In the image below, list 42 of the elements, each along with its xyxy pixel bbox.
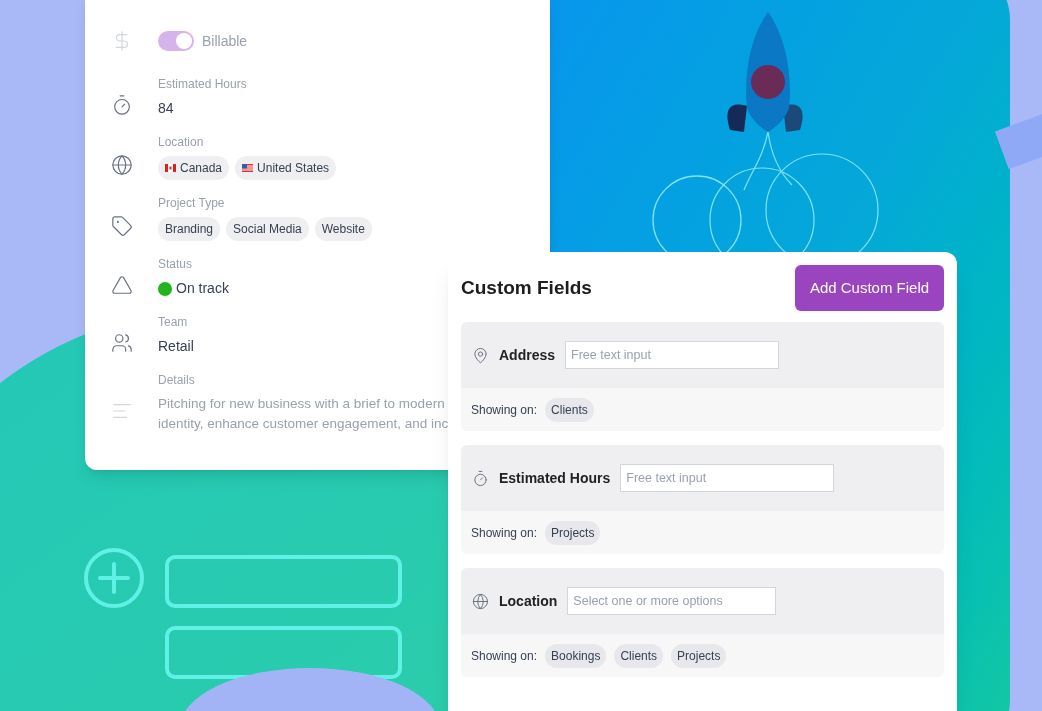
field-label: Status bbox=[158, 256, 194, 273]
field-name: Address bbox=[499, 345, 556, 365]
flag-icon bbox=[165, 164, 176, 172]
globe-icon bbox=[110, 153, 133, 176]
showing-on-label: Showing on: bbox=[471, 401, 538, 419]
input-field[interactable]: Free text input bbox=[620, 464, 835, 492]
field-name: Location bbox=[499, 591, 558, 611]
tag-chip: Social Media bbox=[226, 217, 309, 241]
billable-toggle[interactable] bbox=[158, 31, 194, 51]
details-text: Pitching for new business with a brief to modern identity, enhance customer engagement, and inc bbox=[158, 395, 449, 433]
stopwatch-icon bbox=[472, 469, 489, 487]
select-field[interactable]: Select one or more options bbox=[567, 587, 777, 615]
tag-chip: Projects bbox=[671, 643, 727, 668]
input-field[interactable]: Free text input bbox=[565, 341, 780, 369]
status-value: On track bbox=[176, 279, 229, 298]
field-label: Details bbox=[158, 372, 196, 389]
showing-on-label: Showing on: bbox=[471, 647, 538, 665]
field-label: Project Type bbox=[158, 195, 226, 212]
tag-chip: Bookings bbox=[545, 643, 607, 668]
tag-chip: Website bbox=[314, 217, 372, 241]
tag-icon bbox=[110, 214, 133, 237]
field-label: Estimated Hours bbox=[158, 76, 247, 93]
tag-chip: Projects bbox=[545, 520, 601, 545]
field-name: Estimated Hours bbox=[499, 468, 611, 488]
tag-chip: Clients bbox=[545, 397, 594, 422]
card-title: Custom Fields bbox=[461, 275, 592, 300]
tag-chip: Clients bbox=[614, 643, 664, 668]
field-value: Retail bbox=[158, 337, 194, 356]
billable-label: Billable bbox=[202, 31, 248, 51]
field-label: Team bbox=[158, 314, 189, 331]
globe-icon bbox=[472, 592, 489, 610]
add-custom-field-button[interactable]: Add Custom Field bbox=[795, 265, 944, 311]
people-icon bbox=[110, 332, 133, 354]
tag-chip: United States bbox=[235, 156, 337, 180]
map-pin-icon bbox=[472, 346, 489, 364]
field-label: Location bbox=[158, 134, 205, 151]
field-value: 84 bbox=[158, 99, 175, 118]
triangle-icon bbox=[110, 274, 133, 296]
showing-on-label: Showing on: bbox=[471, 524, 538, 542]
tag-chip: Canada bbox=[158, 156, 230, 180]
flag-icon bbox=[242, 164, 254, 172]
tag-chip: Branding bbox=[158, 217, 221, 241]
